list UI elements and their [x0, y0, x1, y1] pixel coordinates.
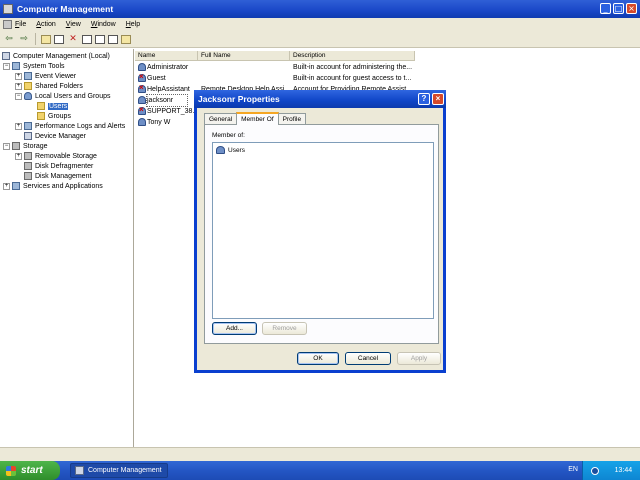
taskbar-button-computer-management[interactable]: Computer Management: [70, 463, 168, 478]
properties-icon[interactable]: [82, 34, 92, 44]
tree-item-groups[interactable]: Groups: [37, 111, 71, 121]
services-icon: [12, 182, 20, 190]
user-icon: [138, 118, 146, 126]
system-menu-icon[interactable]: [3, 20, 12, 29]
system-tools-icon: [12, 62, 20, 70]
disabled-user-icon: [138, 105, 146, 115]
tree-item-performance-logs[interactable]: + Performance Logs and Alerts: [15, 121, 125, 131]
maximize-button[interactable]: □: [613, 3, 624, 14]
menu-file[interactable]: File: [15, 21, 26, 28]
properties-dialog: Jacksonr Properties ? × General Member O…: [194, 90, 446, 373]
status-bar: [0, 447, 640, 461]
disabled-user-icon: [138, 83, 146, 93]
expand-icon[interactable]: +: [3, 182, 10, 190]
list-item[interactable]: Guest Built-in account for guest access …: [135, 72, 640, 84]
member-of-label: Member of:: [212, 132, 245, 139]
tree-item-users[interactable]: Users: [37, 101, 69, 111]
tree-item-removable-storage[interactable]: + Removable Storage: [15, 151, 97, 161]
computer-icon: [2, 52, 10, 60]
folder-icon: [37, 112, 45, 120]
show-hide-tree-icon[interactable]: [54, 34, 64, 44]
toolbar-separator: [35, 33, 36, 45]
windows-logo-icon: [6, 465, 16, 476]
tree-item-disk-defragmenter[interactable]: Disk Defragmenter: [24, 161, 93, 171]
event-viewer-icon: [24, 72, 32, 80]
menu-window[interactable]: Window: [91, 21, 116, 28]
console-tree: Computer Management (Local) − System Tool…: [0, 49, 134, 447]
dialog-title: Jacksonr Properties: [198, 94, 280, 104]
defragmenter-icon: [24, 162, 32, 170]
column-header-full-name[interactable]: Full Name: [198, 51, 290, 61]
tree-item-storage[interactable]: − Storage: [3, 141, 48, 151]
users-icon: [24, 92, 32, 100]
system-tray: 13:44: [582, 461, 640, 480]
minimize-button[interactable]: _: [600, 3, 611, 14]
help-icon[interactable]: [121, 34, 131, 44]
window-title: Computer Management: [17, 4, 114, 14]
column-header-name[interactable]: Name: [135, 51, 198, 61]
forward-arrow-icon[interactable]: ⇨: [18, 33, 30, 45]
remove-button[interactable]: Remove: [262, 322, 307, 335]
dialog-titlebar[interactable]: Jacksonr Properties ? ×: [194, 90, 446, 108]
tree-item-disk-management[interactable]: Disk Management: [24, 171, 91, 181]
tree-item-computer-management[interactable]: Computer Management (Local): [2, 51, 110, 61]
language-indicator[interactable]: EN: [568, 466, 578, 473]
list-item[interactable]: Administrator Built-in account for admin…: [135, 62, 640, 73]
tab-member-of[interactable]: Member Of: [236, 112, 279, 125]
back-arrow-icon[interactable]: ⇦: [3, 33, 15, 45]
tree-item-local-users-and-groups[interactable]: − Local Users and Groups: [15, 91, 110, 101]
clock[interactable]: 13:44: [615, 467, 633, 474]
user-icon: [138, 63, 146, 71]
tree-item-device-manager[interactable]: Device Manager: [24, 131, 86, 141]
menu-bar: File Action View Window Help: [0, 18, 640, 31]
expand-icon[interactable]: +: [15, 82, 22, 90]
tree-item-services-and-applications[interactable]: + Services and Applications: [3, 181, 103, 191]
shared-folder-icon: [24, 82, 32, 90]
add-button[interactable]: Add...: [212, 322, 257, 335]
start-button[interactable]: start: [0, 461, 60, 480]
refresh-icon[interactable]: [95, 34, 105, 44]
collapse-icon[interactable]: −: [15, 92, 22, 100]
expand-icon[interactable]: +: [15, 72, 22, 80]
tree-item-event-viewer[interactable]: + Event Viewer: [15, 71, 76, 81]
member-of-list[interactable]: Users: [212, 142, 434, 319]
cancel-button[interactable]: Cancel: [345, 352, 391, 365]
user-icon: [138, 96, 146, 104]
removable-storage-icon: [24, 152, 32, 160]
folder-icon: [37, 102, 45, 110]
expand-icon[interactable]: +: [15, 152, 22, 160]
taskbar: start Computer Management EN 13:44: [0, 461, 640, 480]
storage-icon: [12, 142, 20, 150]
main-window-titlebar[interactable]: Computer Management _ □ ×: [0, 0, 640, 18]
menu-action[interactable]: Action: [36, 21, 55, 28]
menu-help[interactable]: Help: [126, 21, 140, 28]
apply-button[interactable]: Apply: [397, 352, 441, 365]
group-icon: [216, 146, 225, 154]
collapse-icon[interactable]: −: [3, 142, 10, 150]
menu-view[interactable]: View: [66, 21, 81, 28]
collapse-icon[interactable]: −: [3, 62, 10, 70]
list-item[interactable]: Users: [216, 146, 245, 154]
device-manager-icon: [24, 132, 32, 140]
computer-management-icon: [75, 466, 84, 475]
tree-item-system-tools[interactable]: − System Tools: [3, 61, 65, 71]
help-icon[interactable]: ?: [418, 93, 430, 105]
column-header-description[interactable]: Description: [290, 51, 415, 61]
dialog-close-button[interactable]: ×: [432, 93, 444, 105]
toolbar: ⇦ ⇨ ✕: [0, 31, 640, 48]
export-list-icon[interactable]: [108, 34, 118, 44]
disk-management-icon: [24, 172, 32, 180]
delete-icon[interactable]: ✕: [67, 33, 79, 45]
network-icon[interactable]: [590, 466, 599, 475]
close-button[interactable]: ×: [626, 3, 637, 14]
ok-button[interactable]: OK: [297, 352, 339, 365]
up-folder-icon[interactable]: [41, 34, 51, 44]
computer-management-icon: [3, 4, 13, 14]
expand-icon[interactable]: +: [15, 122, 22, 130]
tree-item-shared-folders[interactable]: + Shared Folders: [15, 81, 83, 91]
disabled-user-icon: [138, 72, 146, 82]
member-of-panel: Member of: Users Add... Remove: [204, 124, 439, 344]
performance-icon: [24, 122, 32, 130]
